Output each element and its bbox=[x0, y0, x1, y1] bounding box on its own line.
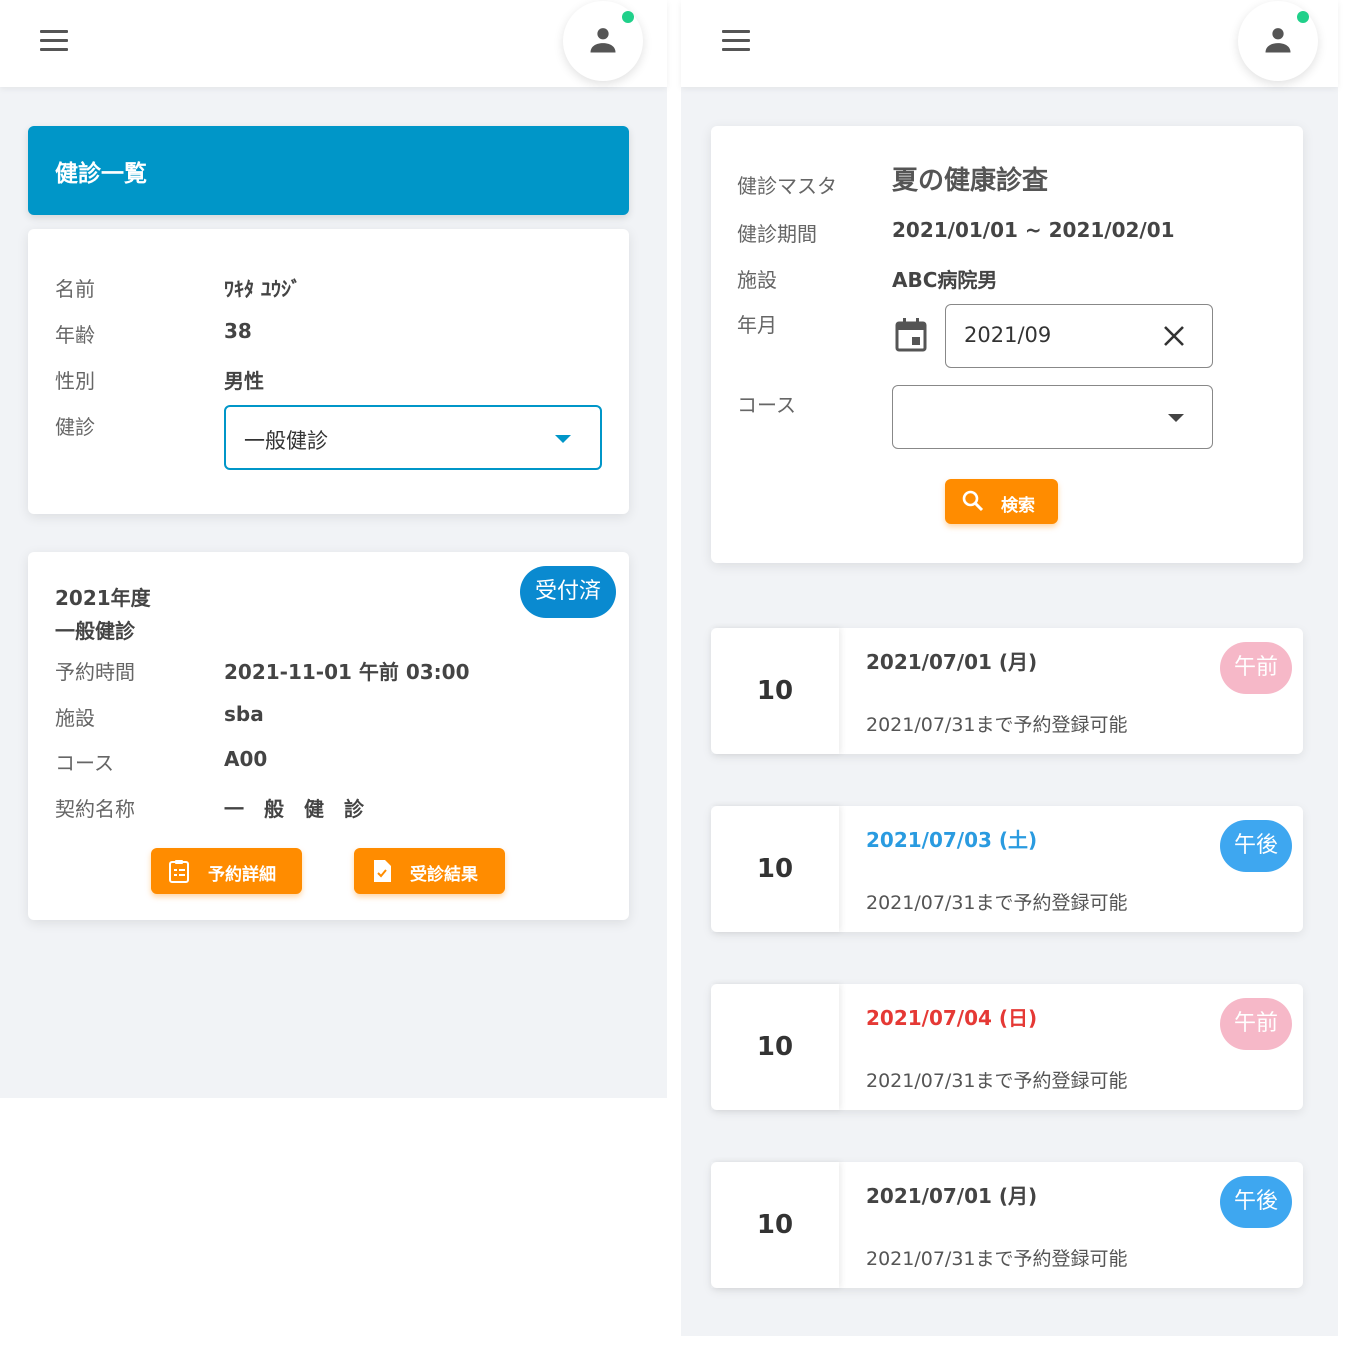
age-label: 年齢 bbox=[55, 323, 95, 347]
master-label: 健診マスタ bbox=[737, 174, 837, 198]
booking-detail-button[interactable]: 予約詳細 bbox=[151, 848, 302, 894]
contract-value: 一 般 健 診 bbox=[224, 797, 364, 821]
booking-detail-label: 予約詳細 bbox=[208, 865, 276, 885]
slot-deadline-note: 2021/07/31まで予約登録可能 bbox=[866, 1248, 1128, 1270]
kenshin-label: 健診 bbox=[55, 415, 95, 439]
calendar-icon[interactable] bbox=[895, 318, 927, 352]
course-select[interactable] bbox=[892, 385, 1213, 449]
slot-date: 2021/07/04 (日) bbox=[866, 1006, 1038, 1030]
period-label: 健診期間 bbox=[737, 222, 817, 246]
facility-label: 施設 bbox=[737, 268, 777, 292]
slot-period-badge: 午前 bbox=[1220, 642, 1292, 694]
search-button[interactable]: 検索 bbox=[945, 479, 1058, 524]
time-label: 予約時間 bbox=[55, 660, 135, 684]
month-input[interactable]: 2021/09 bbox=[945, 304, 1213, 368]
user-avatar-button[interactable] bbox=[563, 1, 643, 81]
slot-card[interactable]: 10 2021/07/04 (日) 2021/07/31まで予約登録可能 午前 bbox=[711, 984, 1303, 1110]
slot-date: 2021/07/01 (月) bbox=[866, 650, 1038, 674]
slot-deadline-note: 2021/07/31まで予約登録可能 bbox=[866, 714, 1128, 736]
exam-result-button[interactable]: 受診結果 bbox=[354, 848, 505, 894]
period-value: 2021/01/01 ~ 2021/02/01 bbox=[892, 218, 1175, 242]
course-label: コース bbox=[55, 751, 114, 775]
top-app-bar bbox=[681, 0, 1338, 87]
slot-period-badge: 午後 bbox=[1220, 1176, 1292, 1228]
page-title: 健診一覧 bbox=[28, 126, 629, 215]
month-value: 2021/09 bbox=[964, 323, 1052, 347]
slot-card[interactable]: 10 2021/07/01 (月) 2021/07/31まで予約登録可能 午前 bbox=[711, 628, 1303, 754]
name-label: 名前 bbox=[55, 277, 95, 301]
name-value: ﾜｷﾀ ﾕｳｼﾞ bbox=[224, 277, 301, 301]
course-label: コース bbox=[737, 393, 796, 417]
slot-date: 2021/07/03 (土) bbox=[866, 828, 1038, 852]
slot-deadline-note: 2021/07/31まで予約登録可能 bbox=[866, 1070, 1128, 1092]
facility-label: 施設 bbox=[55, 706, 95, 730]
user-avatar-button[interactable] bbox=[1238, 1, 1318, 81]
age-value: 38 bbox=[224, 319, 252, 343]
exam-result-label: 受診結果 bbox=[410, 865, 478, 885]
slot-capacity: 10 bbox=[711, 984, 839, 1110]
master-value: 夏の健康診査 bbox=[892, 166, 1049, 196]
month-label: 年月 bbox=[737, 313, 777, 337]
slot-capacity: 10 bbox=[711, 806, 839, 932]
top-app-bar bbox=[0, 0, 667, 87]
kenshin-selected-value: 一般健診 bbox=[244, 429, 328, 453]
menu-icon[interactable] bbox=[40, 30, 70, 52]
profile-card: 名前 ﾜｷﾀ ﾕｳｼﾞ 年齢 38 性別 男性 健診 一般健診 bbox=[28, 229, 629, 514]
slot-deadline-note: 2021/07/31まで予約登録可能 bbox=[866, 892, 1128, 914]
course-value: A00 bbox=[224, 747, 268, 771]
booking-card: 2021年度 一般健診 受付済 予約時間 2021-11-01 午前 03:00… bbox=[28, 552, 629, 920]
facility-value: sba bbox=[224, 702, 264, 726]
slot-card[interactable]: 10 2021/07/01 (月) 2021/07/31まで予約登録可能 午後 bbox=[711, 1162, 1303, 1288]
slot-card[interactable]: 10 2021/07/03 (土) 2021/07/31まで予約登録可能 午後 bbox=[711, 806, 1303, 932]
slot-period-badge: 午後 bbox=[1220, 820, 1292, 872]
clipboard-list-icon bbox=[169, 860, 189, 883]
kenshin-list-screen: 健診一覧 名前 ﾜｷﾀ ﾕｳｼﾞ 年齢 38 性別 男性 健診 一般健診 202… bbox=[0, 0, 667, 1098]
search-card: 健診マスタ 夏の健康診査 健診期間 2021/01/01 ~ 2021/02/0… bbox=[711, 126, 1303, 563]
person-icon bbox=[590, 28, 616, 53]
slot-capacity: 10 bbox=[711, 628, 839, 754]
slot-capacity: 10 bbox=[711, 1162, 839, 1288]
online-status-dot bbox=[622, 11, 634, 23]
slot-period-badge: 午前 bbox=[1220, 998, 1292, 1050]
status-badge: 受付済 bbox=[520, 566, 616, 618]
search-icon bbox=[962, 490, 984, 512]
booking-type: 一般健診 bbox=[55, 619, 135, 643]
facility-value: ABC病院男 bbox=[892, 268, 998, 292]
slot-search-screen: 健診マスタ 夏の健康診査 健診期間 2021/01/01 ~ 2021/02/0… bbox=[681, 0, 1338, 1336]
person-icon bbox=[1265, 28, 1291, 53]
kenshin-select[interactable]: 一般健診 bbox=[224, 405, 602, 470]
chevron-down-icon bbox=[555, 435, 571, 443]
time-value: 2021-11-01 午前 03:00 bbox=[224, 660, 470, 684]
contract-label: 契約名称 bbox=[55, 797, 135, 821]
booking-year: 2021年度 bbox=[55, 586, 151, 610]
search-button-label: 検索 bbox=[1001, 496, 1035, 516]
chevron-down-icon bbox=[1168, 414, 1184, 422]
menu-icon[interactable] bbox=[722, 30, 752, 52]
sex-value: 男性 bbox=[224, 369, 264, 393]
document-check-icon bbox=[374, 860, 391, 882]
close-icon[interactable] bbox=[1162, 324, 1186, 348]
sex-label: 性別 bbox=[55, 369, 95, 393]
online-status-dot bbox=[1297, 11, 1309, 23]
slot-date: 2021/07/01 (月) bbox=[866, 1184, 1038, 1208]
